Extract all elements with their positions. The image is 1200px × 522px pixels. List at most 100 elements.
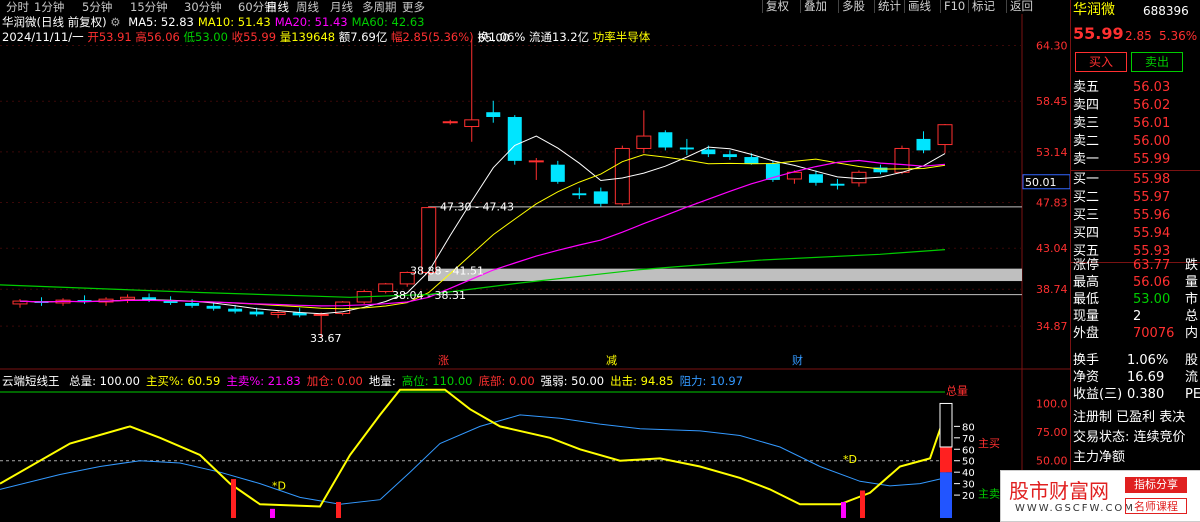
ask-label: 卖四 (1073, 98, 1100, 113)
stat-label: 换手 (1073, 353, 1100, 368)
watermark-tag-share[interactable]: 指标分享 (1125, 477, 1187, 493)
stat-extra: 总 (1185, 309, 1199, 324)
panel-stock-name: 华润微 (1073, 2, 1115, 18)
stat-extra: 跌 (1185, 258, 1199, 273)
ask-label: 卖一 (1073, 152, 1100, 167)
bid-label: 买三 (1073, 208, 1100, 223)
stat-label: 涨停 (1073, 258, 1100, 273)
event-marker: 涨 (438, 354, 449, 367)
tool-button[interactable]: F10 (940, 0, 965, 13)
y-tick-label: 43.04 (1036, 242, 1068, 255)
indicator-chart[interactable]: 100.075.0050.0025.00*D*D80706050403020总量… (0, 370, 1070, 520)
candle-body (614, 147, 630, 205)
ma5-line (19, 135, 946, 315)
trade-status: 交易状态: 连续竞价 (1073, 430, 1186, 445)
candle-body (313, 313, 329, 316)
y-tick-label: 58.45 (1036, 95, 1068, 108)
support-band (428, 268, 1022, 282)
candle-body (228, 308, 243, 312)
period-tab[interactable]: 30分钟 (184, 0, 222, 14)
scale-tick-label: 80 (962, 422, 975, 433)
period-tab[interactable]: 日线 (266, 0, 289, 14)
indicator-header: 云端短线王 总量: 100.00 主买%: 60.59 主卖%: 21.83 加仓: … (2, 374, 743, 388)
candlestick-chart[interactable]: 64.30 58.45 53.14 47.83 43.04 38.74 34.87 65.00… (0, 14, 1070, 370)
y-tick-label: 34.87 (1036, 320, 1068, 333)
d-mark: *D (843, 453, 857, 466)
bid-price: 55.98 (1133, 172, 1171, 187)
indicator-bar (231, 479, 236, 518)
watermark-tag-course[interactable]: 名师课程 (1125, 498, 1187, 514)
period-tab[interactable]: 更多 (402, 0, 425, 14)
buy-button[interactable]: 买入 (1075, 52, 1127, 72)
period-tab[interactable]: 周线 (296, 0, 319, 14)
stat-label: 现量 (1073, 309, 1100, 324)
stat-extra: 内 (1185, 326, 1199, 341)
tool-button[interactable]: 画线 (904, 0, 931, 13)
event-marker: 财 (792, 353, 803, 367)
candle-body (830, 183, 845, 186)
candle-body (636, 135, 652, 149)
candle-body (679, 147, 694, 150)
stat-extra: 量 (1185, 275, 1199, 290)
candle-body (528, 160, 544, 163)
range-label: 47.30 - 47.43 (440, 200, 514, 213)
period-tab[interactable]: 1分钟 (34, 0, 64, 14)
high-label: 65.00 (478, 32, 510, 45)
candle-body (550, 164, 565, 182)
stat-value: 0.380 (1127, 387, 1165, 402)
low-label: 33.67 (310, 332, 342, 345)
indicator-name: 云端短线王 (2, 374, 60, 388)
bid-label: 买四 (1073, 226, 1100, 241)
indicator-bar (336, 501, 341, 518)
stat-value: 1.06% (1127, 353, 1169, 368)
stat-extra: 股 (1185, 353, 1199, 368)
panel-change: 2.85 (1125, 29, 1152, 43)
indicator-bar (270, 508, 275, 518)
scale-tick-label: 20 (962, 491, 975, 502)
candle-body (378, 283, 394, 293)
scale-tick-label: 70 (962, 434, 975, 445)
bid-price: 55.96 (1133, 208, 1171, 223)
indicator-bar (841, 501, 846, 518)
stat-label: 外盘 (1073, 326, 1100, 341)
ask-label: 卖三 (1073, 116, 1100, 131)
tool-button[interactable]: 多股 (838, 0, 865, 13)
period-tab[interactable]: 月线 (330, 0, 353, 14)
quote-panel: 华润微 688396 55.99 2.85 5.36% 买入 卖出 注册制 已盈… (1070, 0, 1200, 520)
candle-body (185, 302, 200, 306)
candle-body (249, 311, 264, 315)
candle-body (120, 296, 136, 300)
stat-extra: 市 (1185, 292, 1199, 307)
period-tab[interactable]: 多周期 (362, 0, 397, 14)
tool-button[interactable]: 返回 (1006, 0, 1033, 13)
stat-extra: PE (1185, 387, 1200, 402)
tool-button[interactable]: 复权 (762, 0, 789, 13)
scale-tick-label: 50 (962, 457, 975, 468)
bid-label: 买一 (1073, 172, 1100, 187)
watermark-url: WWW.GSCFW.COM (1015, 503, 1135, 514)
ma20-line (19, 159, 946, 307)
indicator-value: 强弱: 50.00 (540, 374, 605, 388)
indicator-y-tick: 50.00 (1036, 455, 1068, 468)
sell-button[interactable]: 卖出 (1131, 52, 1183, 72)
candle-body (507, 116, 522, 161)
tool-button[interactable]: 叠加 (800, 0, 827, 13)
y-tick-label: 64.30 (1036, 39, 1068, 52)
period-tab[interactable]: 分时 (6, 0, 29, 14)
total-label: 总量 (946, 383, 968, 397)
stat-label: 最低 (1073, 292, 1100, 307)
period-tab[interactable]: 5分钟 (82, 0, 112, 14)
tool-button[interactable]: 标记 (968, 0, 995, 13)
period-tab[interactable]: 15分钟 (130, 0, 168, 14)
tool-button[interactable]: 统计 (874, 0, 901, 13)
divider (1071, 170, 1200, 171)
stat-value: 63.77 (1133, 258, 1171, 273)
indicator-value: 阻力: 10.97 (679, 374, 744, 388)
bid-price: 55.94 (1133, 226, 1171, 241)
y-tick-label: 53.14 (1036, 146, 1068, 159)
event-marker: 减 (606, 354, 617, 367)
range-label: 38.04 - 38.31 (392, 289, 466, 302)
candle-body (658, 132, 673, 148)
indicator-bar (860, 490, 865, 518)
indicator-y-tick: 75.00 (1036, 426, 1068, 439)
